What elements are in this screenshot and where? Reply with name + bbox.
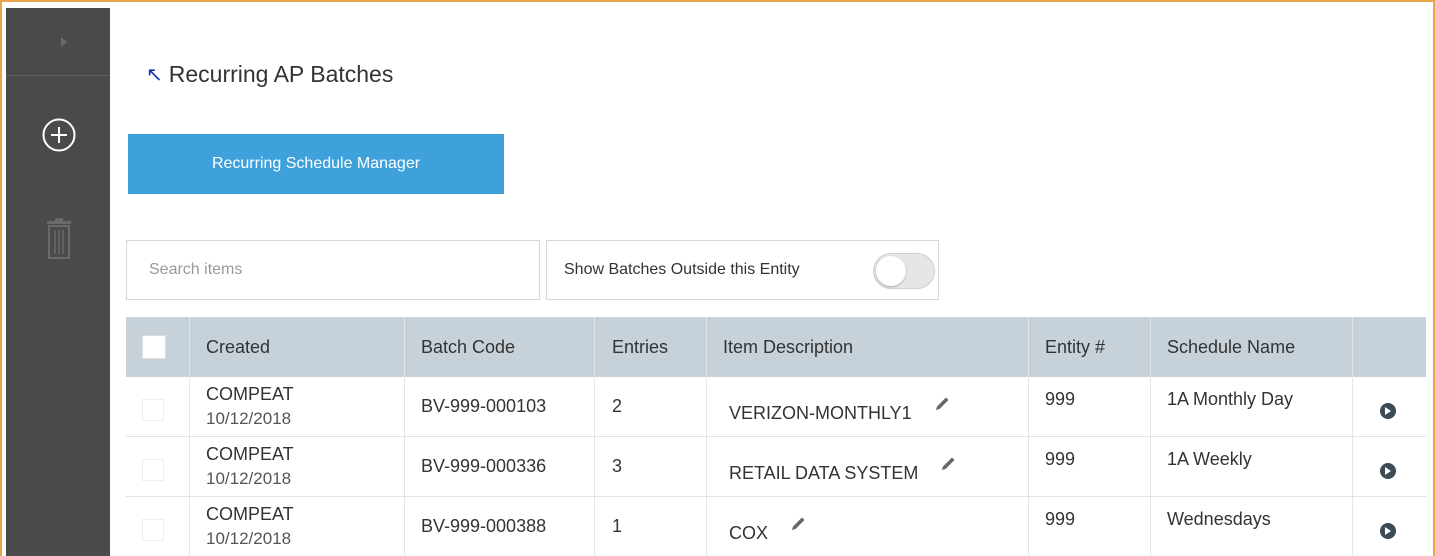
schedule-name: 1A Monthly Day: [1150, 377, 1352, 436]
toggle-knob: [876, 256, 906, 286]
col-created[interactable]: Created: [189, 317, 404, 377]
created-by: COMPEAT: [206, 504, 294, 524]
open-batch-arrow-icon[interactable]: [1380, 463, 1396, 479]
edit-description-button[interactable]: [776, 507, 821, 544]
item-description: RETAIL DATA SYSTEM: [729, 463, 919, 483]
open-batch-arrow-icon[interactable]: [1380, 523, 1396, 539]
col-batch-code[interactable]: Batch Code: [404, 317, 594, 377]
batch-code: BV-999-000103: [404, 377, 594, 436]
entries: 2: [594, 377, 706, 436]
row-checkbox[interactable]: [142, 399, 164, 421]
page-header: ↖ Recurring AP Batches: [146, 58, 393, 90]
row-checkbox[interactable]: [142, 519, 164, 541]
item-description-cell: COX: [706, 497, 1028, 556]
created-cell: COMPEAT 10/12/2018: [189, 377, 404, 436]
item-description: COX: [729, 523, 769, 543]
col-entries[interactable]: Entries: [594, 317, 706, 377]
col-item-description[interactable]: Item Description: [706, 317, 1028, 377]
col-actions: [1352, 317, 1426, 377]
pencil-icon: [942, 457, 955, 470]
search-placeholder: Search items: [149, 261, 243, 278]
created-by: COMPEAT: [206, 384, 294, 404]
search-input[interactable]: Search items: [126, 240, 540, 300]
open-batch-arrow-icon[interactable]: [1380, 403, 1396, 419]
row-select-cell: [126, 497, 189, 556]
col-schedule-name[interactable]: Schedule Name: [1150, 317, 1352, 377]
created-date: 10/12/2018: [206, 529, 292, 548]
col-entity[interactable]: Entity #: [1028, 317, 1150, 377]
page-title: Recurring AP Batches: [168, 60, 394, 87]
show-outside-label: Show Batches Outside this Entity: [564, 261, 800, 278]
batch-code: BV-999-000388: [404, 497, 594, 556]
arrow-up-left-icon[interactable]: ↖: [146, 62, 163, 86]
show-outside-filter: Show Batches Outside this Entity: [546, 240, 939, 300]
schedule-name: Wednesdays: [1150, 497, 1352, 556]
show-outside-toggle[interactable]: [873, 253, 935, 289]
schedule-name: 1A Weekly: [1150, 437, 1352, 496]
created-by: COMPEAT: [206, 444, 294, 464]
recurring-schedule-manager-button[interactable]: Recurring Schedule Manager: [128, 134, 504, 194]
delete-batch-button[interactable]: [44, 218, 74, 262]
row-select-cell: [126, 377, 189, 436]
add-batch-button[interactable]: [41, 117, 77, 153]
created-cell: COMPEAT 10/12/2018: [189, 437, 404, 496]
item-description-cell: RETAIL DATA SYSTEM: [706, 437, 1028, 496]
entity-number: 999: [1028, 497, 1150, 556]
table-row[interactable]: COMPEAT 10/12/2018 BV-999-000388 1 COX 9…: [126, 497, 1426, 556]
sidebar: [6, 8, 110, 556]
created-cell: COMPEAT 10/12/2018: [189, 497, 404, 556]
chevron-right-icon: [61, 37, 67, 47]
entity-number: 999: [1028, 377, 1150, 436]
edit-description-button[interactable]: [919, 387, 964, 424]
entries: 1: [594, 497, 706, 556]
plus-circle-icon: [42, 118, 76, 152]
select-all-cell: [126, 317, 189, 377]
entries: 3: [594, 437, 706, 496]
table-header: Created Batch Code Entries Item Descript…: [126, 317, 1426, 377]
batch-code: BV-999-000336: [404, 437, 594, 496]
pencil-icon: [792, 517, 805, 530]
item-description-cell: VERIZON-MONTHLY1: [706, 377, 1028, 436]
created-date: 10/12/2018: [206, 409, 292, 428]
sidebar-expand-button[interactable]: [6, 8, 110, 76]
entity-number: 999: [1028, 437, 1150, 496]
table-row[interactable]: COMPEAT 10/12/2018 BV-999-000336 3 RETAI…: [126, 437, 1426, 497]
trash-icon: [47, 218, 71, 259]
table-row[interactable]: COMPEAT 10/12/2018 BV-999-000103 2 VERIZ…: [126, 377, 1426, 437]
row-select-cell: [126, 437, 189, 496]
select-all-checkbox[interactable]: [142, 335, 166, 359]
pencil-icon: [935, 397, 949, 410]
created-date: 10/12/2018: [206, 469, 292, 488]
item-description: VERIZON-MONTHLY1: [729, 403, 912, 423]
row-checkbox[interactable]: [142, 459, 164, 481]
edit-description-button[interactable]: [926, 447, 971, 484]
